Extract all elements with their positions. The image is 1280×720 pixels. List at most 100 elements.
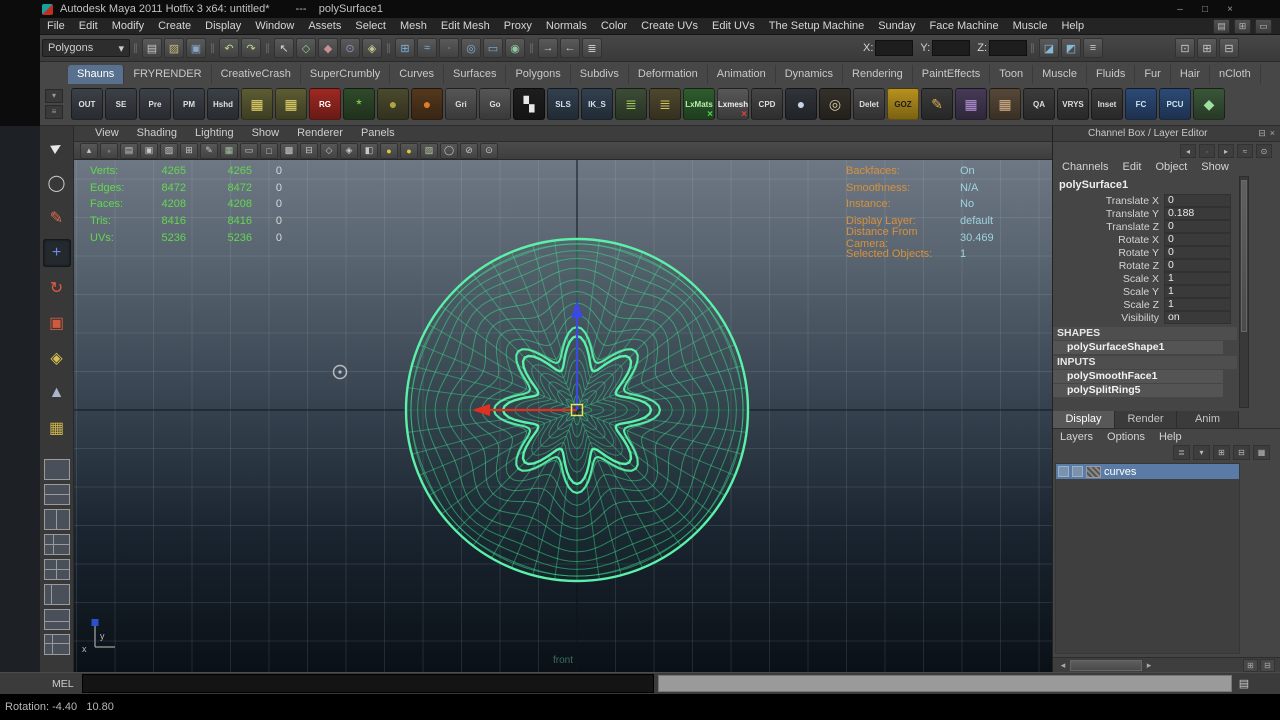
command-line-mode-button[interactable]: MEL bbox=[52, 678, 82, 690]
shelf-tab-ncloth[interactable]: nCloth bbox=[1210, 65, 1261, 84]
xray-mode-icon[interactable]: ⊘ bbox=[460, 142, 478, 159]
help-line-toggle-icon[interactable]: ▭ bbox=[1255, 18, 1272, 34]
shelf-tab-creativecrash[interactable]: CreativeCrash bbox=[212, 65, 301, 84]
toolbox-toggle-icon[interactable]: ▤ bbox=[1213, 18, 1230, 34]
menu-the-setup-machine[interactable]: The Setup Machine bbox=[762, 18, 871, 34]
select-component-icon[interactable]: ◆ bbox=[318, 38, 338, 58]
layer-editor-menu-options[interactable]: Options bbox=[1100, 429, 1152, 445]
custom-grid-tool[interactable]: ▦ bbox=[43, 414, 71, 442]
horizontal-scrollbar-thumb[interactable] bbox=[1070, 659, 1142, 671]
scrollbar-thumb[interactable] bbox=[1241, 180, 1247, 332]
snap-curve-icon[interactable]: ≈ bbox=[417, 38, 437, 58]
shelf-gri-button[interactable]: Gri bbox=[445, 88, 477, 120]
attribute-value-scale-y[interactable]: 1 bbox=[1164, 285, 1231, 298]
scroll-right-icon[interactable]: ▸ bbox=[1144, 660, 1154, 671]
safe-action-icon[interactable]: ◇ bbox=[320, 142, 338, 159]
camera-attributes-icon[interactable]: ▤ bbox=[120, 142, 138, 159]
shelf-stack-green-button[interactable]: ≣ bbox=[615, 88, 647, 120]
move-tool[interactable]: + bbox=[42, 239, 71, 267]
menu-edit-mesh[interactable]: Edit Mesh bbox=[434, 18, 497, 34]
maximize-button[interactable]: □ bbox=[1197, 4, 1213, 15]
collapse-panel-bottom-icon[interactable]: ⊟ bbox=[1260, 658, 1275, 672]
input-connections-icon[interactable]: → bbox=[538, 38, 558, 58]
two-panes-stacked-layout[interactable] bbox=[43, 484, 70, 505]
shelf-wrench-button[interactable]: ◆ bbox=[1193, 88, 1225, 120]
node-polysplitring5[interactable]: polySplitRing5 bbox=[1053, 384, 1223, 397]
split-panel-icon[interactable]: ⊞ bbox=[1243, 658, 1258, 672]
shelf-lxmats-button[interactable]: LxMats × bbox=[683, 88, 715, 120]
attribute-value-translate-z[interactable]: 0 bbox=[1164, 220, 1231, 233]
script-editor-icon[interactable]: ▤ bbox=[1236, 677, 1252, 690]
default-light-icon[interactable]: ● bbox=[380, 142, 398, 159]
output-connections-icon[interactable]: ← bbox=[560, 38, 580, 58]
construction-history-icon[interactable]: ≣ bbox=[582, 38, 602, 58]
shelf-stack-yellow-button[interactable]: ≣ bbox=[649, 88, 681, 120]
z-coordinate-field[interactable] bbox=[989, 40, 1027, 56]
render-settings-icon[interactable]: ≡ bbox=[1083, 38, 1103, 58]
bookmark-icon[interactable]: ▣ bbox=[140, 142, 158, 159]
layer-editor-tab-anim[interactable]: Anim bbox=[1177, 411, 1239, 428]
scale-tool[interactable]: ▣ bbox=[43, 309, 71, 337]
hyperbolic-curve-icon[interactable]: ≈ bbox=[1237, 144, 1253, 158]
two-panes-side-layout[interactable] bbox=[43, 509, 70, 530]
soft-modification-tool[interactable]: ▲ bbox=[43, 379, 71, 407]
node-polysurfaceshape1[interactable]: polySurfaceShape1 bbox=[1053, 341, 1223, 354]
shelf-vrys-button[interactable]: VRYS bbox=[1057, 88, 1089, 120]
close-button[interactable]: × bbox=[1222, 4, 1238, 15]
layers-stack-icon[interactable]: ≣ bbox=[1173, 445, 1190, 460]
viewport-menu-panels[interactable]: Panels bbox=[352, 126, 404, 141]
menu-select[interactable]: Select bbox=[348, 18, 393, 34]
shelf-goz-button[interactable]: GOZ bbox=[887, 88, 919, 120]
viewport-menu-show[interactable]: Show bbox=[243, 126, 289, 141]
viewport-canvas[interactable]: x y Verts: 4265 4265 0 Edges: 8472 8472 0 Faces: 4… bbox=[74, 160, 1052, 672]
highlight-selection-icon[interactable]: ◈ bbox=[362, 38, 382, 58]
menu-window[interactable]: Window bbox=[248, 18, 301, 34]
medium-speed-icon[interactable]: ∙ bbox=[1199, 144, 1215, 158]
wireframe-mode-icon[interactable]: ◯ bbox=[440, 142, 458, 159]
layer-visibility-toggle[interactable] bbox=[1058, 466, 1069, 477]
layer-editor-tab-render[interactable]: Render bbox=[1115, 411, 1177, 428]
attribute-value-visibility[interactable]: on bbox=[1164, 311, 1231, 324]
shelf-hshd-button[interactable]: Hshd bbox=[207, 88, 239, 120]
save-scene-icon[interactable]: ▣ bbox=[186, 38, 206, 58]
menu-assets[interactable]: Assets bbox=[301, 18, 348, 34]
selection-mode-dropdown[interactable]: Polygons ▾ bbox=[42, 39, 130, 57]
resolution-gate-icon[interactable]: □ bbox=[260, 142, 278, 159]
shelf-se-button[interactable]: SE bbox=[105, 88, 137, 120]
select-tool[interactable]: ► bbox=[37, 129, 75, 167]
paint-selection-tool[interactable]: ✎ bbox=[43, 204, 71, 232]
panel-layout-icon[interactable]: ⊞ bbox=[1234, 18, 1251, 34]
shelf-ring-button[interactable]: ◎ bbox=[819, 88, 851, 120]
viewport-menu-lighting[interactable]: Lighting bbox=[186, 126, 243, 141]
shelf-pencil-button[interactable]: ✎ bbox=[921, 88, 953, 120]
shaded-mode-icon[interactable]: ● bbox=[400, 142, 418, 159]
shelf-tab-subdivs[interactable]: Subdivs bbox=[571, 65, 629, 84]
two-d-pan-zoom-icon[interactable]: ⊞ bbox=[180, 142, 198, 159]
channel-box-menu-channels[interactable]: Channels bbox=[1055, 159, 1115, 175]
fast-speed-icon[interactable]: ▸ bbox=[1218, 144, 1234, 158]
attribute-value-rotate-x[interactable]: 0 bbox=[1164, 233, 1231, 246]
shelf-olive-button[interactable]: ● bbox=[377, 88, 409, 120]
new-scene-icon[interactable]: ▤ bbox=[142, 38, 162, 58]
shelf-qa-button[interactable]: QA bbox=[1023, 88, 1055, 120]
select-hierarchy-icon[interactable]: ↖ bbox=[274, 38, 294, 58]
shelf-go-button[interactable]: Go bbox=[479, 88, 511, 120]
channel-box-menu-show[interactable]: Show bbox=[1194, 159, 1236, 175]
menu-sunday[interactable]: Sunday bbox=[871, 18, 922, 34]
channel-panel-bottom-scrollbar[interactable]: ◂ ▸ ⊞ ⊟ bbox=[1053, 657, 1280, 672]
make-live-icon[interactable]: ◉ bbox=[505, 38, 525, 58]
shelf-pm-button[interactable]: PM bbox=[173, 88, 205, 120]
shelf-inset-button[interactable]: Inset bbox=[1091, 88, 1123, 120]
shelf-menu-icon[interactable]: ≡ bbox=[45, 105, 63, 119]
shelf-rg-button[interactable]: RG bbox=[309, 88, 341, 120]
grease-pencil-icon[interactable]: ✎ bbox=[200, 142, 218, 159]
new-empty-layer-icon[interactable]: ▦ bbox=[1253, 445, 1270, 460]
grid-icon[interactable]: ▦ bbox=[220, 142, 238, 159]
lasso-tool[interactable]: ◯ bbox=[43, 169, 71, 197]
shelf-purple-grid-button[interactable]: ▦ bbox=[955, 88, 987, 120]
shelf-delete-button[interactable]: Delet bbox=[853, 88, 885, 120]
universal-manipulator-tool[interactable]: ◈ bbox=[43, 344, 71, 372]
channel-box-menu-edit[interactable]: Edit bbox=[1115, 159, 1148, 175]
menu-help[interactable]: Help bbox=[1054, 18, 1091, 34]
scroll-left-icon[interactable]: ◂ bbox=[1058, 660, 1068, 671]
